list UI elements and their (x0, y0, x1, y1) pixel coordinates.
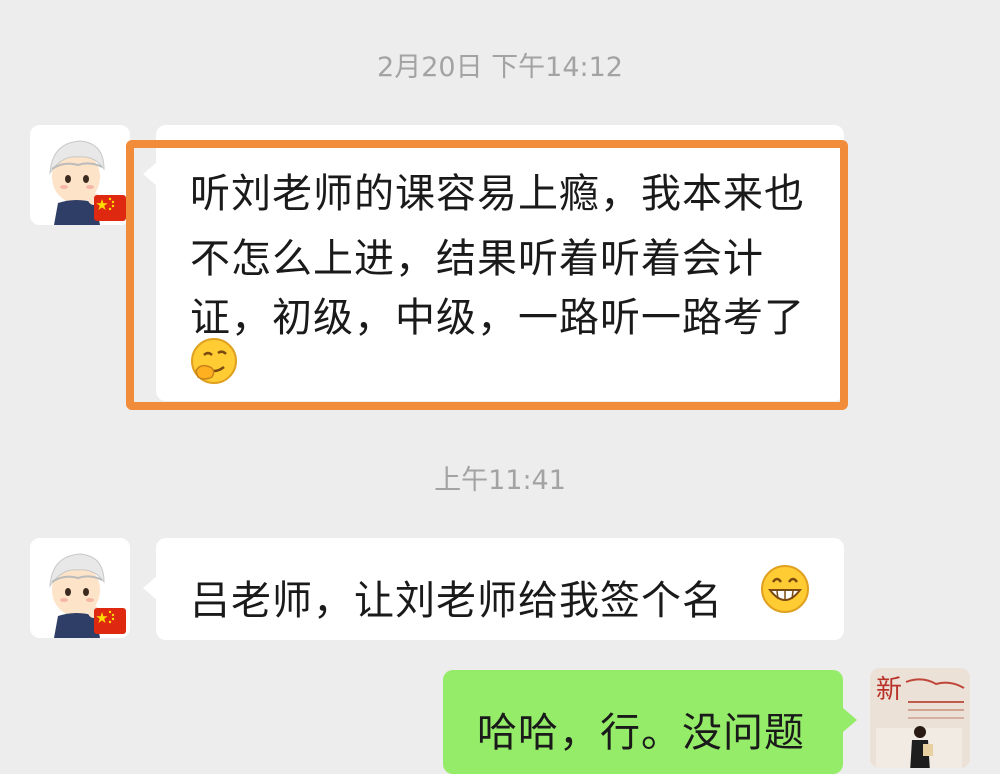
contact-avatar[interactable] (30, 538, 130, 638)
message-text-line: 不怎么上进，结果听着听着会计 (190, 236, 764, 282)
message-bubble[interactable]: 吕老师，让刘老师给我签个名 (156, 538, 844, 640)
message-text: 哈哈，行。没问题 (477, 710, 805, 756)
timestamp: 2月20日 下午14:12 (377, 52, 623, 83)
message-bubble[interactable]: 听刘老师的课容易上瘾，我本来也 不怎么上进，结果听着听着会计 证，初级，中级，一… (156, 125, 844, 401)
bubble-tail (143, 576, 157, 600)
bubble-tail (143, 162, 157, 186)
message-text-line: 听刘老师的课容易上瘾，我本来也 (190, 171, 805, 217)
self-avatar[interactable]: 新 (870, 668, 970, 768)
photo-avatar-icon: 新 (870, 668, 970, 768)
smirk-face-emoji-icon (191, 338, 237, 384)
china-flag-icon (94, 608, 126, 634)
timestamp: 上午11:41 (434, 465, 566, 496)
message-text: 吕老师，让刘老师给我签个名 (190, 578, 723, 624)
bubble-tail (843, 708, 857, 732)
contact-avatar[interactable] (30, 125, 130, 225)
message-text-line: 证，初级，中级，一路听一路考了 (190, 295, 805, 341)
avatar-caption: 新 (876, 675, 902, 705)
china-flag-icon (94, 195, 126, 221)
grin-face-emoji-icon (761, 565, 809, 613)
message-bubble-outgoing[interactable]: 哈哈，行。没问题 (443, 670, 843, 774)
